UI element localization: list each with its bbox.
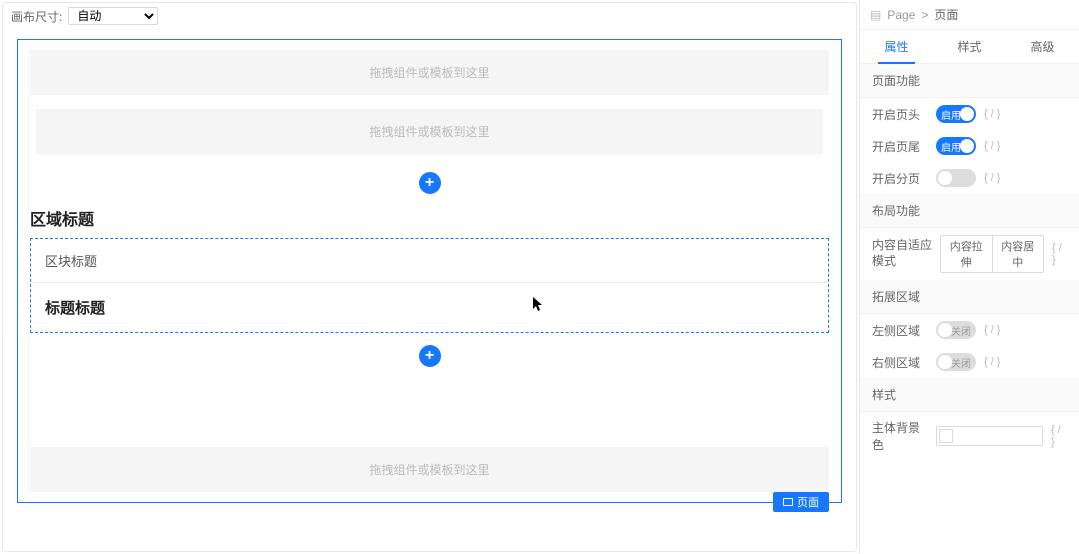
section-layout-func: 布局功能 [860,194,1079,228]
toggle-right-area[interactable]: 关闭 [936,353,976,371]
btn-stretch[interactable]: 内容拉伸 [940,235,992,273]
row-right-area: 右侧区域 关闭 { / } [860,346,1079,378]
expr-enable-footer[interactable]: { / } [984,140,1001,152]
toggle-enable-footer[interactable]: 启用 [936,137,976,155]
region-title: 区域标题 [30,206,829,230]
btn-group-adaptive: 内容拉伸 内容居中 [940,235,1044,273]
tab-style[interactable]: 样式 [933,30,1006,63]
row-enable-paging: 开启分页 { / } [860,162,1079,194]
block-title: 标题标题 [31,283,828,332]
region-block[interactable]: 区块标题 标题标题 [30,238,829,333]
canvas-size-select[interactable]: 自动 [68,7,158,25]
row-left-area: 左侧区域 关闭 { / } [860,314,1079,346]
toggle-left-area[interactable]: 关闭 [936,321,976,339]
color-input-body-bg[interactable] [936,426,1043,446]
region[interactable]: 区域标题 区块标题 标题标题 [30,206,829,333]
content-dropzone-1[interactable]: 拖拽组件或模板到这里 [36,109,823,154]
add-button-1[interactable]: + [419,172,441,194]
page-icon [783,498,793,506]
expr-content-adaptive[interactable]: { / } [1052,242,1067,266]
block-header: 区块标题 [31,239,828,283]
page-tag-label: 页面 [797,494,819,510]
section-style: 样式 [860,378,1079,412]
tab-props[interactable]: 属性 [860,30,933,63]
label-right-area: 右侧区域 [872,354,928,371]
label-enable-footer: 开启页尾 [872,138,928,155]
expr-enable-header[interactable]: { / } [984,108,1001,120]
tabs: 属性 样式 高级 [860,30,1079,64]
breadcrumb-sep: > [921,8,928,22]
btn-center[interactable]: 内容居中 [992,235,1045,273]
expr-left-area[interactable]: { / } [984,324,1001,336]
breadcrumb: ▤ Page > 页面 [860,0,1079,30]
breadcrumb-page[interactable]: Page [887,8,915,22]
breadcrumb-current[interactable]: 页面 [934,6,958,23]
expr-right-area[interactable]: { / } [984,356,1001,368]
canvas-area: 画布尺寸: 自动 拖拽组件或模板到这里 拖拽组件或模板到这里 + 区域标题 区块… [2,2,857,552]
canvas-size-label: 画布尺寸: [11,8,62,25]
page-tag[interactable]: 页面 [773,492,829,512]
toggle-enable-paging[interactable] [936,169,976,187]
label-left-area: 左侧区域 [872,322,928,339]
label-enable-header: 开启页头 [872,106,928,123]
breadcrumb-icon: ▤ [870,8,881,22]
footer-dropzone[interactable]: 拖拽组件或模板到这里 [30,447,829,492]
row-content-adaptive: 内容自适应模式 内容拉伸 内容居中 { / } [860,228,1079,280]
toggle-enable-header[interactable]: 启用 [936,105,976,123]
label-body-bg: 主体背景色 [872,419,928,453]
page-frame[interactable]: 拖拽组件或模板到这里 拖拽组件或模板到这里 + 区域标题 区块标题 标题标题 +… [17,39,842,503]
section-ext-area: 拓展区域 [860,280,1079,314]
color-swatch [939,429,953,443]
row-body-bg: 主体背景色 { / } [860,412,1079,460]
expr-enable-paging[interactable]: { / } [984,172,1001,184]
label-enable-paging: 开启分页 [872,170,928,187]
canvas-body[interactable]: 拖拽组件或模板到这里 拖拽组件或模板到这里 + 区域标题 区块标题 标题标题 +… [3,29,856,551]
section-page-func: 页面功能 [860,64,1079,98]
canvas-toolbar: 画布尺寸: 自动 [3,3,856,29]
label-content-adaptive: 内容自适应模式 [872,238,932,269]
expr-body-bg[interactable]: { / } [1051,424,1067,448]
row-enable-header: 开启页头 启用 { / } [860,98,1079,130]
add-button-2[interactable]: + [419,345,441,367]
header-dropzone[interactable]: 拖拽组件或模板到这里 [30,50,829,95]
row-enable-footer: 开启页尾 启用 { / } [860,130,1079,162]
tab-advanced[interactable]: 高级 [1006,30,1079,63]
property-panel: ▤ Page > 页面 属性 样式 高级 页面功能 开启页头 启用 { / } … [859,0,1079,554]
